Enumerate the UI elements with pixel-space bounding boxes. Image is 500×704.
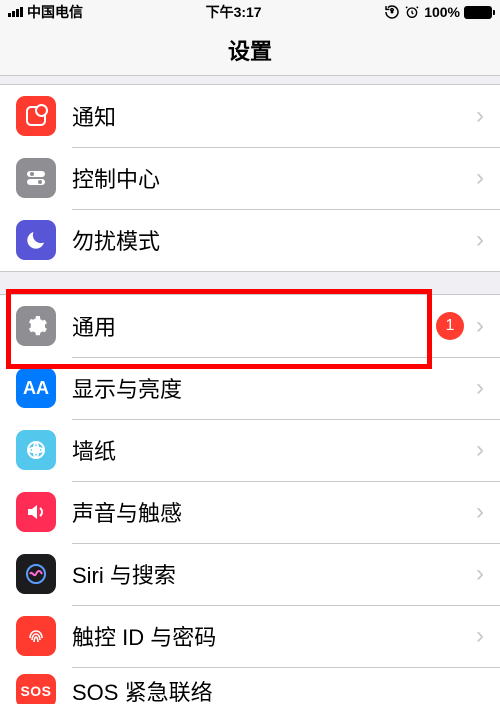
chevron-right-icon: › bbox=[476, 498, 484, 526]
signal-bars-icon bbox=[8, 7, 23, 17]
notifications-icon bbox=[16, 96, 56, 136]
row-label: 通用 bbox=[72, 310, 436, 342]
battery-icon bbox=[464, 6, 492, 19]
chevron-right-icon: › bbox=[476, 226, 484, 254]
sound-icon bbox=[16, 492, 56, 532]
moon-icon bbox=[16, 220, 56, 260]
settings-group-1: 通知 › 控制中心 › 勿扰模式 › bbox=[0, 84, 500, 272]
row-label: 勿扰模式 bbox=[72, 224, 468, 256]
row-general[interactable]: 通用 1 › bbox=[0, 295, 500, 357]
alarm-icon bbox=[404, 4, 420, 20]
status-right: 100% bbox=[384, 4, 492, 20]
chevron-right-icon: › bbox=[476, 374, 484, 402]
row-notifications[interactable]: 通知 › bbox=[0, 85, 500, 147]
row-label: Siri 与搜索 bbox=[72, 558, 468, 590]
nav-bar: 设置 bbox=[0, 24, 500, 76]
annotation-badge: 1 bbox=[436, 312, 464, 340]
chevron-right-icon: › bbox=[476, 102, 484, 130]
row-label: 墙纸 bbox=[72, 434, 468, 466]
gear-icon bbox=[16, 306, 56, 346]
settings-group-2: 通用 1 › AA 显示与亮度 › 墙纸 › 声音与触感 › Siri 与搜索 … bbox=[0, 294, 500, 704]
rotation-lock-icon bbox=[384, 4, 400, 20]
battery-pct: 100% bbox=[424, 4, 460, 20]
row-touch-id-passcode[interactable]: 触控 ID 与密码 › bbox=[0, 605, 500, 667]
row-label: 通知 bbox=[72, 100, 468, 132]
page-title: 设置 bbox=[228, 34, 272, 66]
row-display-brightness[interactable]: AA 显示与亮度 › bbox=[0, 357, 500, 419]
status-time: 下午3:17 bbox=[206, 2, 262, 22]
row-control-center[interactable]: 控制中心 › bbox=[0, 147, 500, 209]
row-label: 触控 ID 与密码 bbox=[72, 620, 468, 652]
fingerprint-icon bbox=[16, 616, 56, 656]
chevron-right-icon: › bbox=[476, 560, 484, 588]
status-left: 中国电信 bbox=[8, 2, 83, 22]
row-siri-search[interactable]: Siri 与搜索 › bbox=[0, 543, 500, 605]
chevron-right-icon: › bbox=[476, 436, 484, 464]
chevron-right-icon: › bbox=[476, 164, 484, 192]
sos-icon: SOS bbox=[16, 674, 56, 704]
carrier-label: 中国电信 bbox=[27, 2, 83, 22]
control-center-icon bbox=[16, 158, 56, 198]
chevron-right-icon: › bbox=[476, 312, 484, 340]
status-bar: 中国电信 下午3:17 100% bbox=[0, 0, 500, 24]
display-icon: AA bbox=[16, 368, 56, 408]
row-emergency-sos[interactable]: SOS SOS 紧急联络 bbox=[0, 667, 500, 704]
row-sounds-haptics[interactable]: 声音与触感 › bbox=[0, 481, 500, 543]
siri-icon bbox=[16, 554, 56, 594]
row-label: 声音与触感 bbox=[72, 496, 468, 528]
wallpaper-icon bbox=[16, 430, 56, 470]
chevron-right-icon: › bbox=[476, 622, 484, 650]
row-do-not-disturb[interactable]: 勿扰模式 › bbox=[0, 209, 500, 271]
row-label: 显示与亮度 bbox=[72, 372, 468, 404]
row-label: 控制中心 bbox=[72, 162, 468, 194]
row-label: SOS 紧急联络 bbox=[72, 675, 484, 704]
row-wallpaper[interactable]: 墙纸 › bbox=[0, 419, 500, 481]
